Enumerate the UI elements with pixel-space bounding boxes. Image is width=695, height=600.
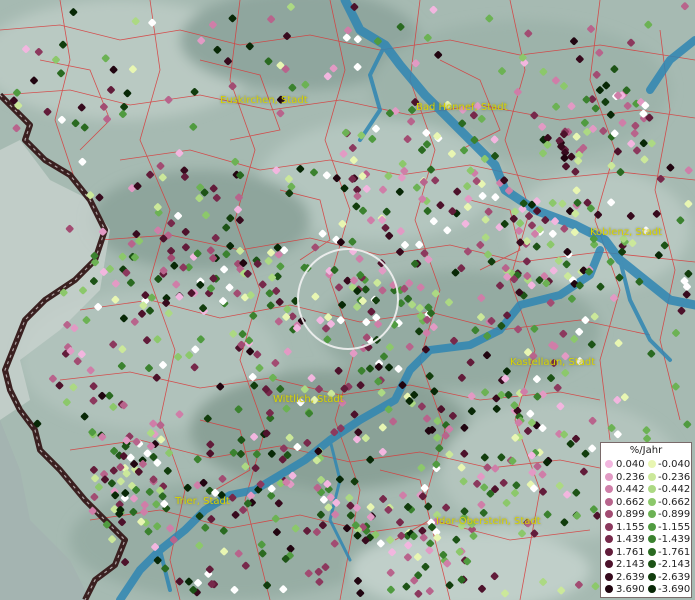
legend-row: 2.639 -2.639 (601, 572, 691, 583)
legend-row: 0.236 -0.236 (601, 472, 691, 483)
legend-title: %/Jahr (629, 445, 663, 456)
legend-swatch-negative (648, 535, 656, 543)
city-label-bad-honnef[interactable]: Bad Honnef, Stadt (416, 102, 508, 114)
legend-value-negative: -0.442 (658, 484, 691, 495)
legend-value-negative: -2.639 (658, 571, 691, 583)
legend-swatch-positive (605, 547, 613, 556)
legend-value-positive: 2.639 (616, 571, 645, 583)
legend-row: 0.442 -0.442 (601, 484, 691, 495)
legend-value-negative: -1.761 (658, 546, 691, 558)
legend-value-positive: 0.662 (616, 496, 645, 508)
legend-swatch-positive (605, 510, 613, 518)
legend-value-negative: -0.899 (658, 509, 691, 520)
legend-row: 1.761 -1.761 (601, 547, 691, 558)
legend-row: 3.690 -3.690 (601, 584, 691, 595)
legend-swatch-positive (605, 460, 613, 468)
legend-swatch-negative (648, 510, 656, 518)
city-label-wittlich[interactable]: Wittlich, Stadt (273, 394, 344, 406)
legend-value-positive: 3.690 (616, 584, 645, 595)
legend-row: 0.662 -0.662 (601, 497, 691, 508)
legend-swatch-negative (648, 472, 656, 481)
legend-value-negative: -3.690 (658, 584, 691, 595)
legend-swatch-negative (648, 497, 656, 506)
legend-swatch-negative (648, 560, 656, 568)
city-label-koblenz[interactable]: Koblenz, Stadt (590, 227, 662, 239)
legend-value-negative: -1.155 (658, 521, 691, 533)
city-label-kastellaun[interactable]: Kastellaun, Stadt (510, 357, 595, 369)
legend-value-positive: 0.040 (616, 459, 645, 470)
legend-swatch-negative (648, 522, 656, 531)
legend-value-positive: 0.899 (616, 509, 645, 520)
legend-swatch-negative (648, 460, 656, 468)
legend-value-negative: -0.040 (658, 459, 691, 470)
legend-value-negative: -1.439 (658, 534, 691, 545)
legend-row: 2.143 -2.143 (601, 559, 691, 570)
legend-swatch-positive (605, 585, 613, 593)
legend-swatch-positive (605, 535, 613, 543)
legend-value-negative: -0.236 (658, 471, 691, 483)
legend-swatch-positive (605, 485, 613, 493)
legend-swatch-positive (605, 572, 613, 581)
city-label-trier[interactable]: Trier, Stadt (175, 496, 230, 508)
city-label-euskirchen[interactable]: Euskirchen, Stadt (220, 95, 308, 107)
legend-row: 1.439 -1.439 (601, 534, 691, 545)
legend-swatch-positive (605, 560, 613, 568)
legend-value-positive: 1.155 (616, 521, 645, 533)
legend-value-positive: 0.236 (616, 471, 645, 483)
city-label-idar-oberstein[interactable]: Idar-Oberstein, Stadt (436, 516, 541, 528)
legend-value-positive: 0.442 (616, 484, 645, 495)
legend-swatch-negative (648, 572, 656, 581)
legend-row: 0.040 -0.040 (601, 459, 691, 470)
legend-value-negative: -2.143 (658, 559, 691, 570)
legend: %/Jahr 0.040 -0.040 0.236 -0.236 0.442 -0.442… (600, 442, 692, 598)
legend-swatch-negative (648, 585, 656, 593)
legend-value-negative: -0.662 (658, 496, 691, 508)
legend-swatch-positive (605, 497, 613, 506)
legend-value-positive: 1.761 (616, 546, 645, 558)
legend-swatch-positive (605, 522, 613, 531)
legend-swatch-negative (648, 547, 656, 556)
legend-row: 0.899 -0.899 (601, 509, 691, 520)
map-view[interactable]: Euskirchen, Stadt Bad Honnef, Stadt Kobl… (0, 0, 695, 600)
legend-swatch-positive (605, 472, 613, 481)
basemap (0, 0, 695, 600)
legend-row: 1.155 -1.155 (601, 522, 691, 533)
legend-swatch-negative (648, 485, 656, 493)
legend-value-positive: 1.439 (616, 534, 645, 545)
legend-value-positive: 2.143 (616, 559, 645, 570)
